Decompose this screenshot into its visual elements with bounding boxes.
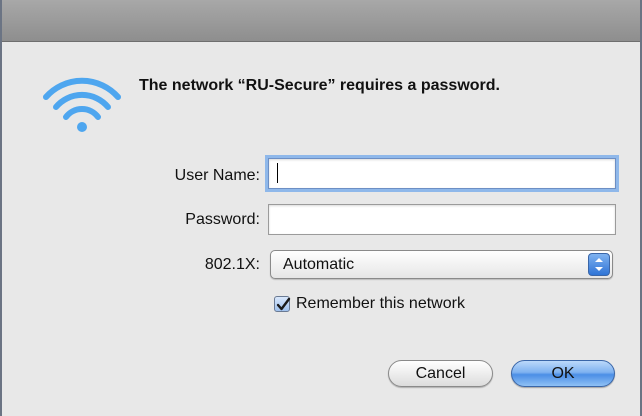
ok-button[interactable]: OK bbox=[511, 360, 615, 387]
security-select-value: Automatic bbox=[283, 256, 355, 273]
title-bar[interactable] bbox=[2, 0, 640, 42]
text-caret bbox=[277, 163, 278, 183]
password-label: Password: bbox=[185, 211, 260, 228]
remember-label[interactable]: Remember this network bbox=[296, 295, 465, 313]
security-select[interactable]: Automatic bbox=[270, 250, 613, 279]
cancel-button[interactable]: Cancel bbox=[388, 360, 493, 387]
username-label: User Name: bbox=[174, 167, 260, 184]
remember-checkbox[interactable] bbox=[274, 296, 291, 312]
password-field[interactable] bbox=[268, 204, 616, 235]
security-label: 802.1X: bbox=[204, 256, 260, 273]
checkmark-icon bbox=[276, 297, 291, 311]
username-field[interactable] bbox=[268, 158, 616, 189]
dialog-window: The network “RU-Secure” requires a passw… bbox=[0, 0, 642, 416]
updown-arrows-icon[interactable] bbox=[588, 253, 610, 276]
dialog-message: The network “RU-Secure” requires a passw… bbox=[139, 77, 500, 94]
wifi-icon bbox=[43, 77, 121, 132]
